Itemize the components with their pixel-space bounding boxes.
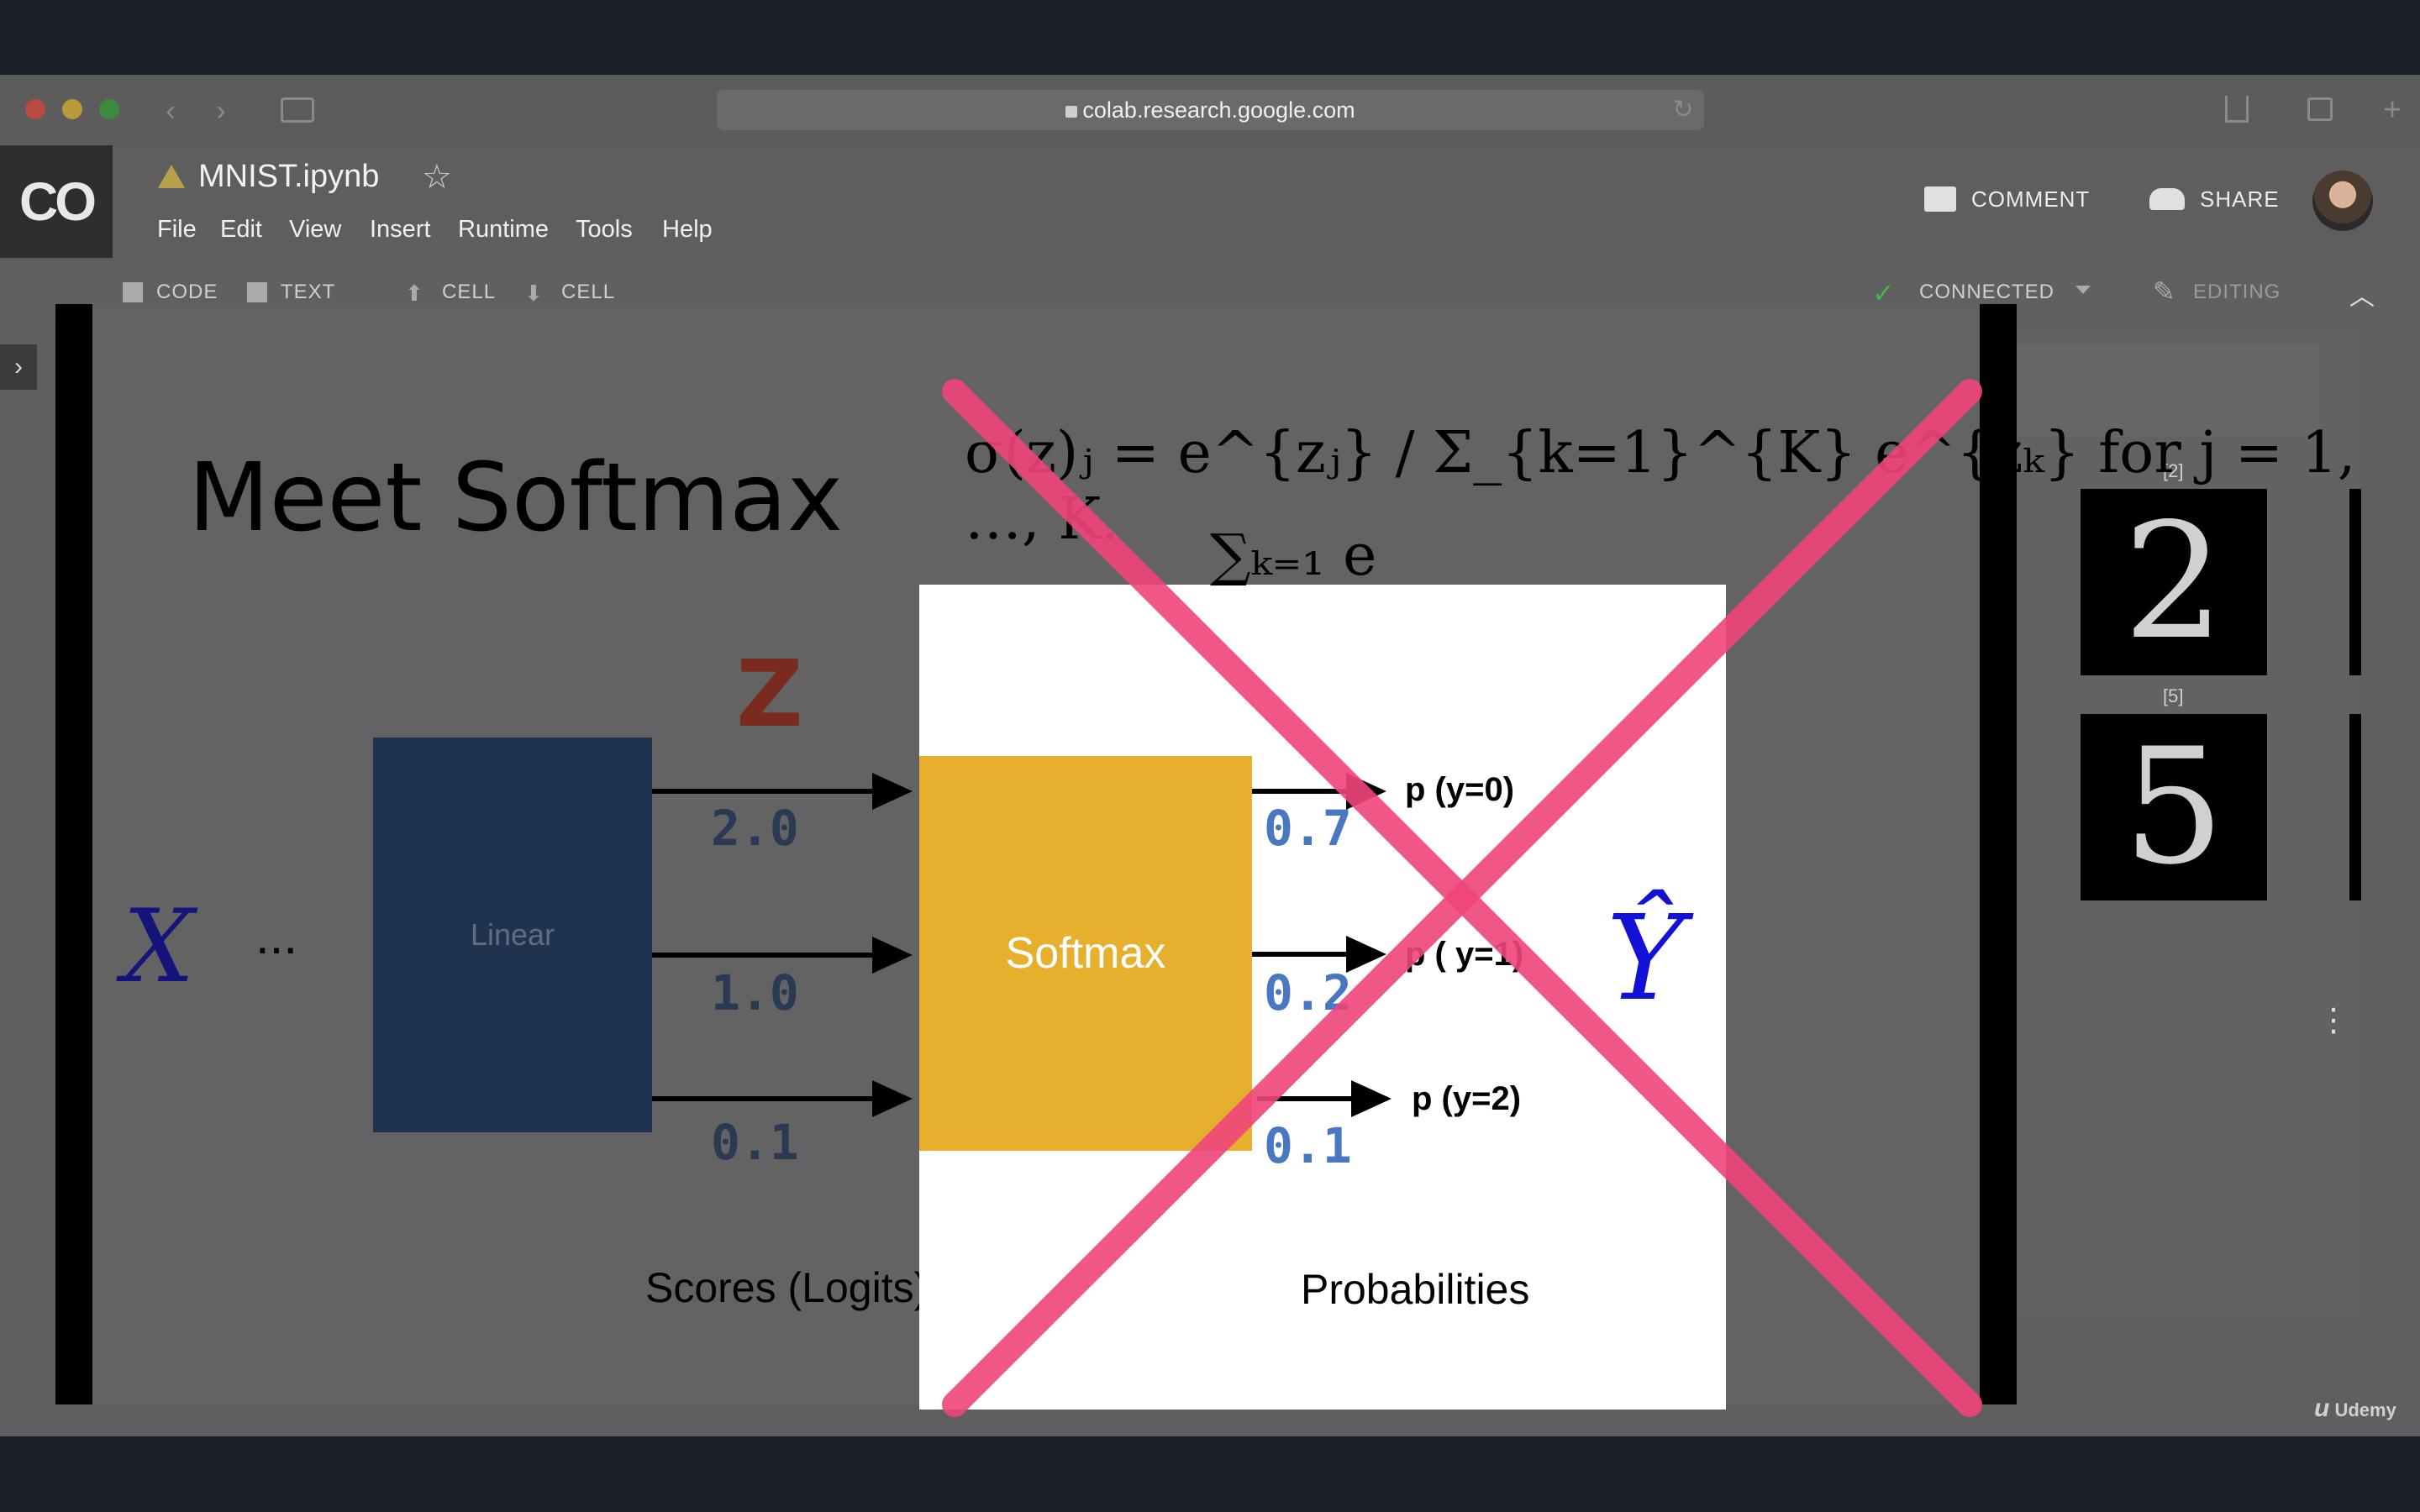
add-text-icon[interactable] — [247, 282, 267, 302]
move-cell-up-button[interactable]: CELL — [442, 281, 496, 304]
pencil-icon: ✎ — [2153, 276, 2175, 307]
more-options-icon[interactable]: ⋮ — [2317, 1001, 2349, 1039]
close-window-icon[interactable] — [25, 99, 45, 119]
add-text-button[interactable]: TEXT — [281, 281, 335, 304]
add-code-button[interactable]: CODE — [156, 281, 218, 304]
cross-out-icon — [942, 379, 1982, 1417]
back-icon[interactable]: ‹ — [155, 95, 187, 127]
digit-image: 5 — [2081, 714, 2267, 900]
colab-logo[interactable]: CO — [0, 145, 113, 258]
reload-icon[interactable]: ↻ — [1667, 94, 1699, 126]
sidebar-toggle-icon[interactable] — [281, 97, 314, 123]
score-value: 2.0 — [711, 800, 799, 857]
notebook-title[interactable]: MNIST.ipynb — [198, 159, 379, 195]
people-icon[interactable] — [2149, 188, 2185, 210]
editing-mode[interactable]: EDITING — [2193, 281, 2281, 304]
score-value: 0.1 — [711, 1114, 799, 1171]
ellipsis: ... — [255, 908, 298, 964]
slide-border-left — [55, 304, 92, 1404]
collapse-header-icon[interactable]: ︿ — [2349, 276, 2375, 312]
url-text: colab.research.google.com — [1082, 97, 1355, 123]
output-scroll-bar — [2349, 714, 2361, 900]
slide-title: Meet Softmax — [188, 444, 843, 553]
menu-view[interactable]: View — [289, 216, 341, 244]
star-icon[interactable]: ☆ — [422, 158, 452, 197]
connected-status[interactable]: CONNECTED — [1919, 281, 2054, 304]
add-code-icon[interactable] — [123, 282, 143, 302]
arrow-up-icon[interactable]: ⬆ — [405, 281, 424, 307]
arrow-down-icon[interactable]: ⬇ — [524, 281, 543, 307]
menu-edit[interactable]: Edit — [220, 216, 262, 244]
maximize-window-icon[interactable] — [99, 99, 119, 119]
udemy-text: Udemy — [2334, 1399, 2396, 1420]
share-button[interactable]: SHARE — [2200, 186, 2280, 213]
chevron-down-icon[interactable] — [2075, 286, 2091, 294]
avatar[interactable] — [2312, 171, 2373, 231]
drive-icon — [158, 165, 185, 188]
forward-icon[interactable]: › — [205, 95, 237, 127]
scores-label: Scores (Logits) — [645, 1264, 929, 1311]
comment-icon[interactable] — [1924, 186, 1956, 212]
udemy-watermark: u Udemy — [2314, 1394, 2396, 1423]
comment-button[interactable]: COMMENT — [1971, 186, 2090, 213]
minimize-window-icon[interactable] — [62, 99, 82, 119]
lock-icon — [1065, 106, 1078, 118]
new-tab-icon[interactable]: + — [2383, 94, 2402, 126]
menu-file[interactable]: File — [157, 216, 197, 244]
menu-runtime[interactable]: Runtime — [458, 216, 549, 244]
tabs-overview-icon[interactable] — [2307, 97, 2333, 121]
score-value: 1.0 — [711, 964, 799, 1021]
bottom-letterbox — [0, 1436, 2420, 1512]
menu-insert[interactable]: Insert — [370, 216, 431, 244]
move-cell-down-button[interactable]: CELL — [561, 281, 615, 304]
menu-help[interactable]: Help — [662, 216, 713, 244]
linear-layer-box: Linear — [373, 738, 652, 1132]
z-label: Z — [736, 640, 803, 748]
digit-caption: [5] — [2163, 685, 2184, 706]
x-label: X — [123, 889, 195, 1005]
share-page-icon[interactable] — [2225, 96, 2249, 123]
address-bar[interactable]: colab.research.google.com — [717, 90, 1704, 130]
expand-sidebar-icon[interactable]: › — [0, 344, 37, 390]
menu-tools[interactable]: Tools — [576, 216, 633, 244]
udemy-logo-icon: u — [2314, 1394, 2330, 1422]
